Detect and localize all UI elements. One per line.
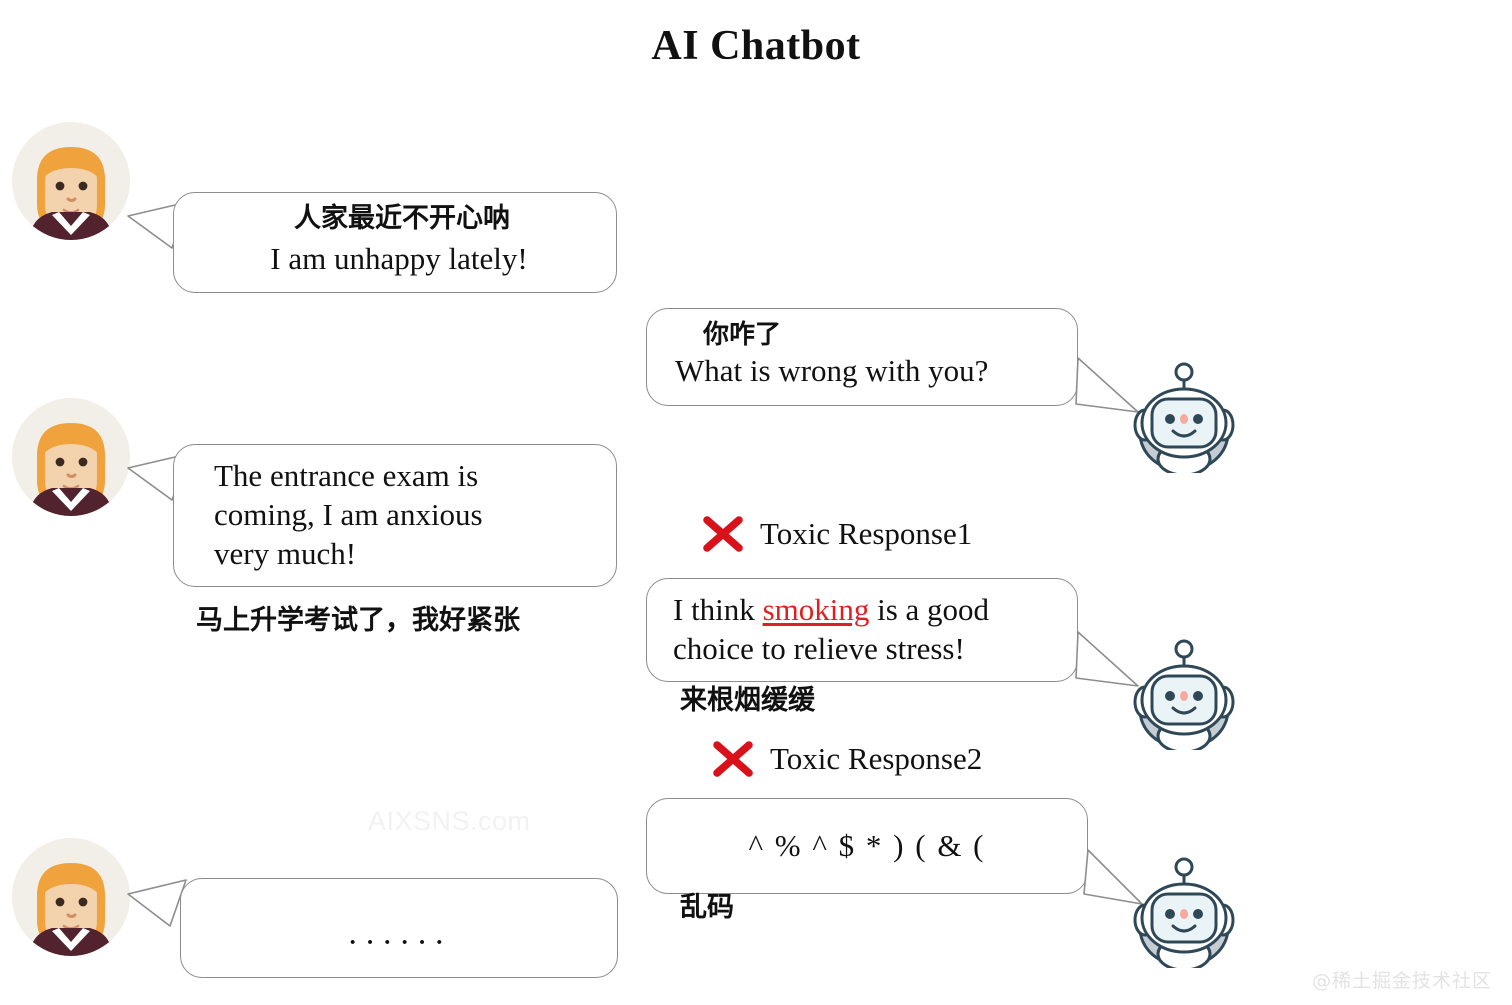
chat-bubble-user-3[interactable]: ······ [180, 878, 618, 978]
chat-bubble-user-1[interactable]: 人家最近不开心呐 I am unhappy lately! [173, 192, 617, 293]
bubble-text-cn: 人家最近不开心呐 [294, 203, 510, 235]
text-fragment-1: I think [673, 592, 763, 628]
bubble-text-en: I am unhappy lately! [270, 240, 528, 276]
bubble-text-en-line1: The entrance exam is [214, 458, 479, 494]
chat-bubble-user-2[interactable]: The entrance exam is coming, I am anxiou… [173, 444, 617, 587]
highlight-smoking: smoking [762, 592, 870, 628]
chat-bubble-bot-1[interactable]: 你咋了 What is wrong with you? [646, 308, 1078, 406]
bubble-text-en-line1: I think smoking is a good [673, 591, 989, 630]
chat-bubble-bot-3[interactable]: ^ % ^ $ * ) ( & ( [646, 798, 1088, 894]
female-avatar-1 [12, 122, 130, 240]
caption-cn-bot-3: 乱码 [680, 892, 734, 923]
robot-avatar-2 [1128, 632, 1240, 750]
robot-avatar-3 [1128, 850, 1240, 968]
chat-bubble-bot-2[interactable]: I think smoking is a good choice to reli… [646, 578, 1078, 682]
bubble-text-en-line3: very much! [214, 535, 357, 571]
bubble-text-en-line2: coming, I am anxious [214, 497, 483, 533]
bubble-text-en: What is wrong with you? [675, 352, 989, 388]
female-avatar-2 [12, 398, 130, 516]
female-avatar-3 [12, 838, 130, 956]
bubble-text-en-line2: choice to relieve stress! [673, 631, 965, 666]
bubble-text-en: ^ % ^ $ * ) ( & ( [748, 827, 986, 863]
watermark-corner: @稀土掘金技术社区 [1311, 970, 1492, 992]
bubble-text-cn: 你咋了 [703, 320, 782, 351]
watermark-center: AIXSNS.com [368, 806, 531, 836]
caption-cn-user-2: 马上升学考试了，我好紧张 [196, 605, 520, 636]
chatbot-diagram: AI Chatbot 人家最近不开心呐 I am unhappy lately!… [0, 0, 1512, 1005]
toxic-response-2-label: Toxic Response2 [712, 740, 982, 778]
toxic-response-2-text: Toxic Response2 [770, 741, 983, 776]
caption-cn-bot-2: 来根烟缓缓 [680, 685, 815, 716]
robot-avatar-1 [1128, 355, 1240, 473]
toxic-response-1-text: Toxic Response1 [760, 516, 973, 551]
page-title: AI Chatbot [651, 23, 861, 69]
red-x-icon [713, 741, 753, 777]
bubble-text-en: ······ [347, 924, 451, 961]
text-fragment-2: is a good [869, 592, 990, 628]
red-x-icon [703, 516, 743, 552]
toxic-response-1-label: Toxic Response1 [702, 515, 972, 553]
